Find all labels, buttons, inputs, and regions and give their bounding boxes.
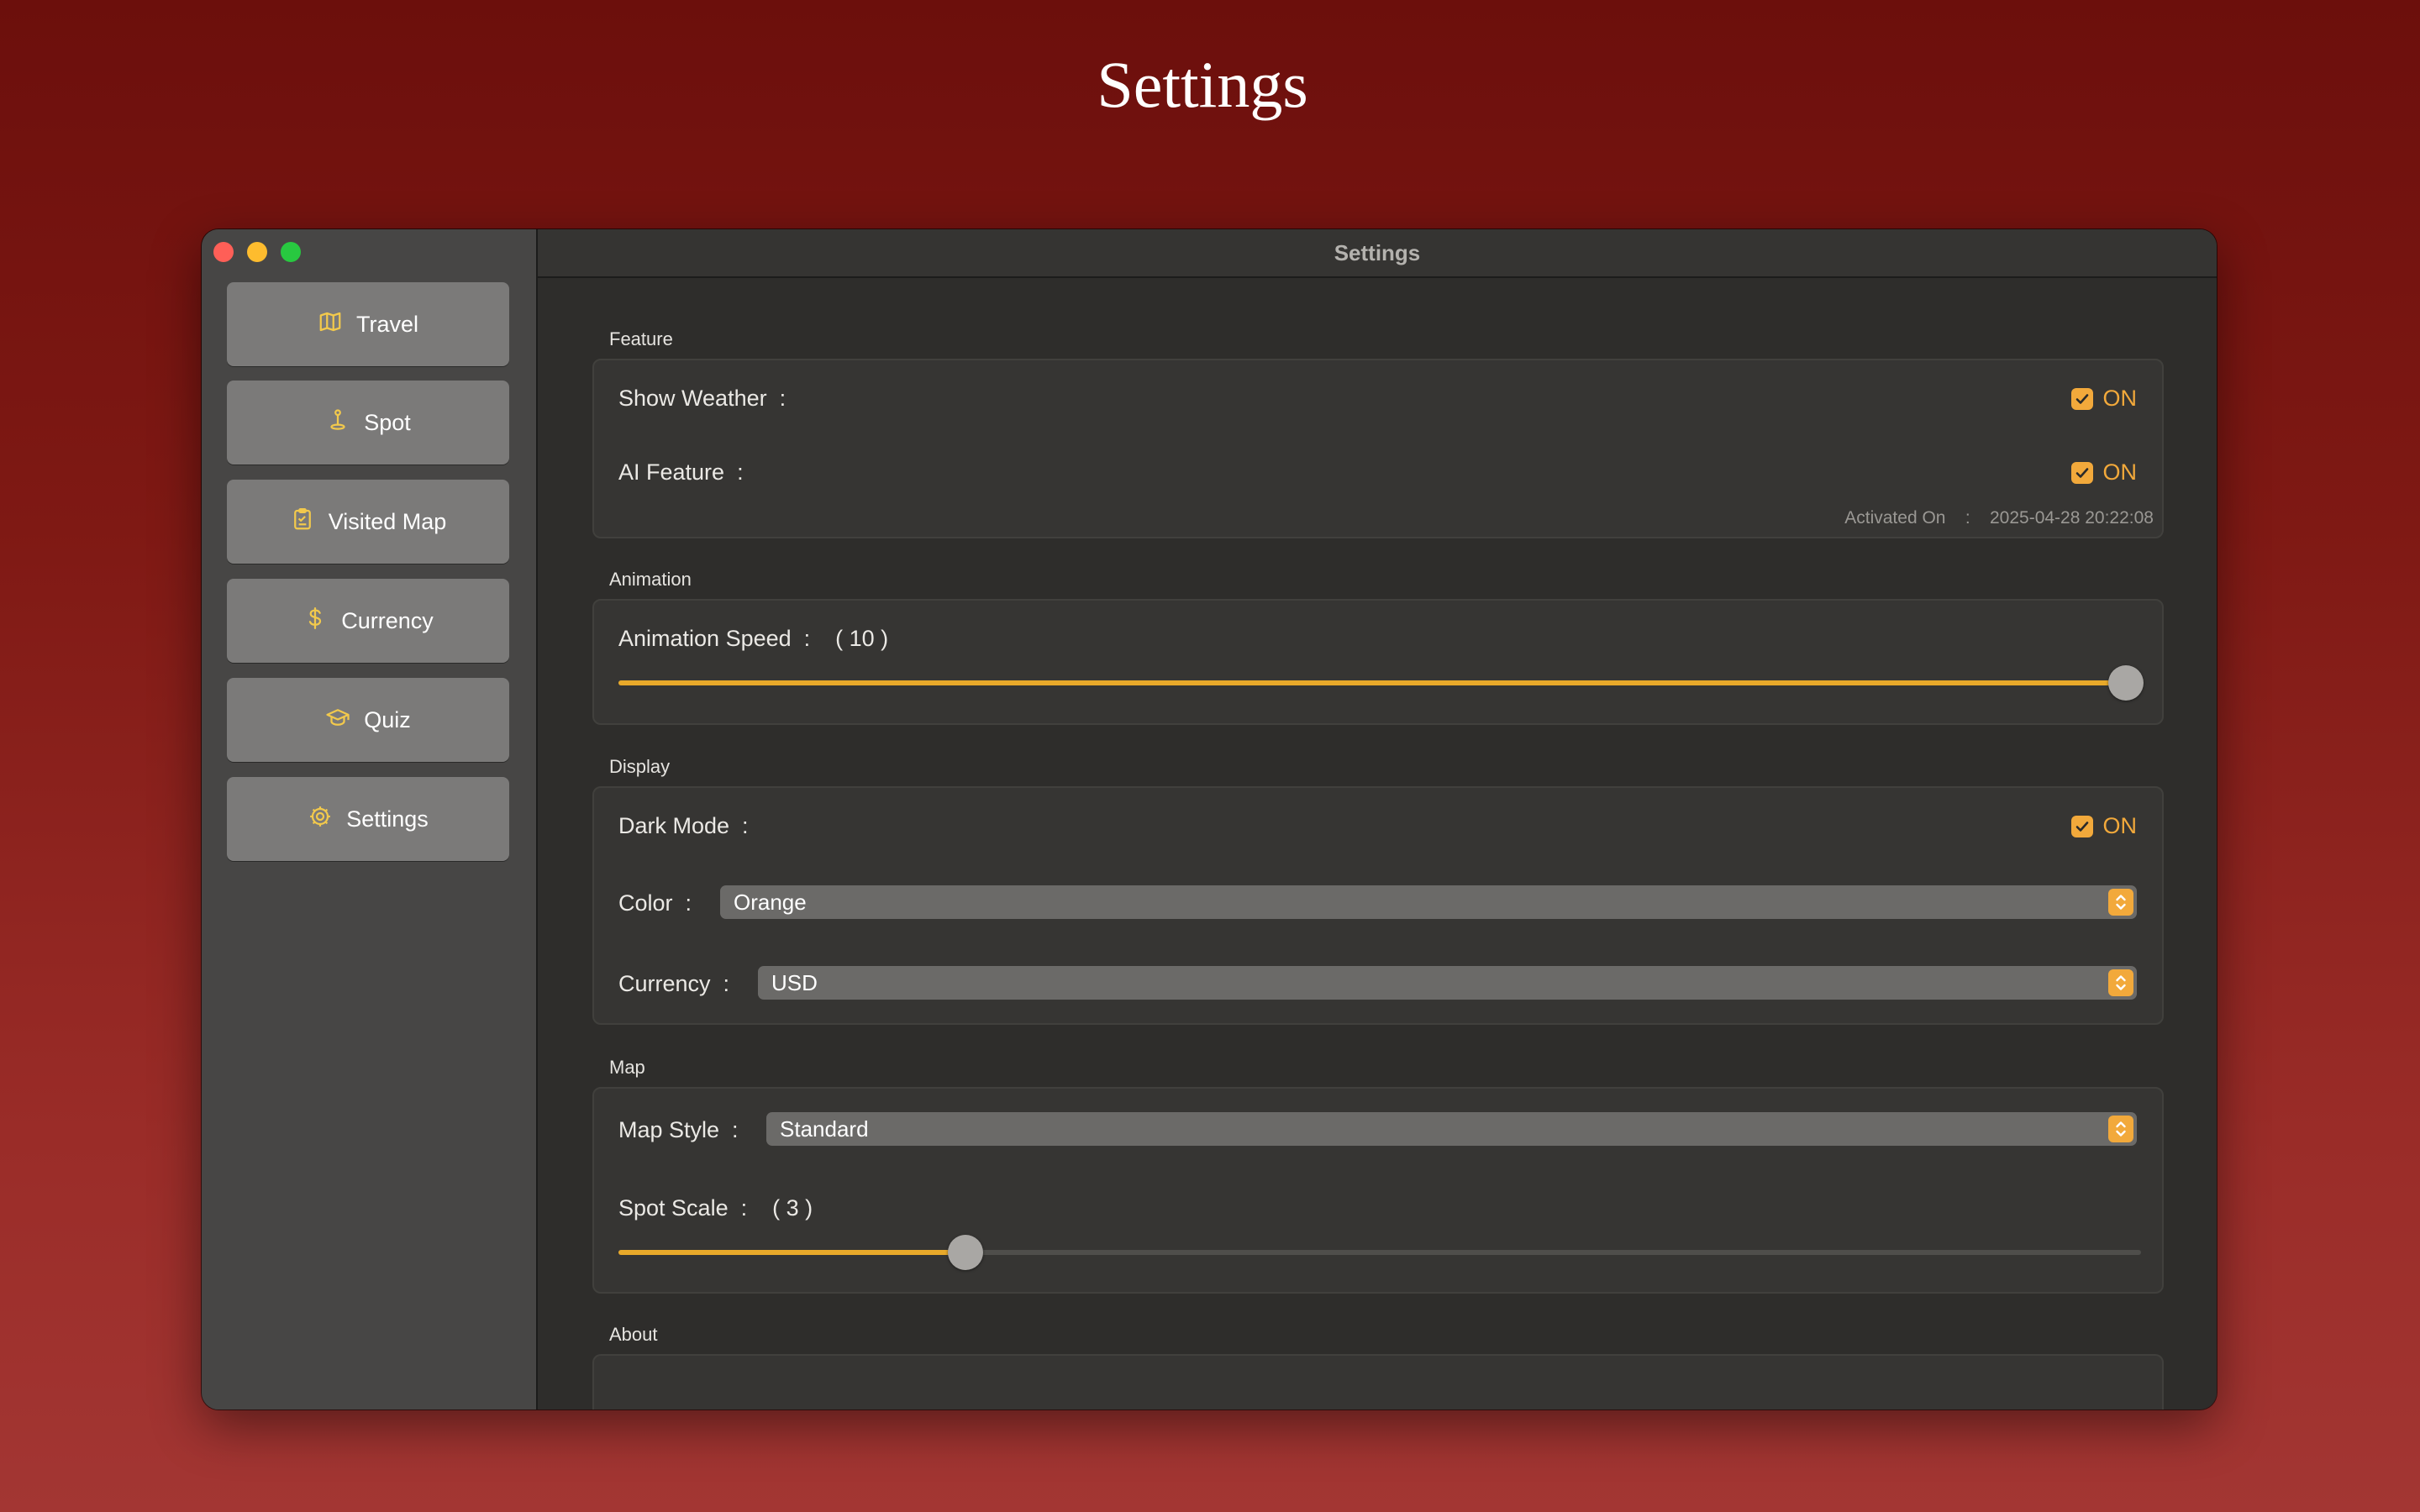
sidebar-item-currency[interactable]: Currency xyxy=(227,579,509,663)
show-weather-label: Show Weather : xyxy=(618,386,786,411)
chevron-up-down-icon xyxy=(2108,969,2133,996)
dark-mode-value: ON xyxy=(2102,813,2138,838)
display-group: Dark Mode : ON Color : Orange Currency :… xyxy=(592,786,2164,1025)
sidebar: Travel Spot Visited Map Currency Quiz Se… xyxy=(202,229,538,1410)
close-window-button[interactable] xyxy=(213,242,234,262)
sidebar-item-quiz[interactable]: Quiz xyxy=(227,678,509,762)
map-group: Map Style : Standard Spot Scale : ( 3 ) xyxy=(592,1087,2164,1294)
chevron-up-down-icon xyxy=(2108,1116,2133,1142)
animation-speed-label: Animation Speed : ( 10 ) xyxy=(618,626,889,651)
settings-content: Settings Feature Show Weather : ON AI Fe… xyxy=(538,229,2217,1410)
color-select[interactable]: Orange xyxy=(720,885,2137,919)
settings-window: Travel Spot Visited Map Currency Quiz Se… xyxy=(202,229,2217,1410)
dark-mode-toggle[interactable]: ON xyxy=(2070,813,2138,839)
dollar-icon xyxy=(302,606,328,637)
spot-scale-label: Spot Scale : ( 3 ) xyxy=(618,1195,813,1221)
spot-scale-slider-fill xyxy=(618,1250,966,1255)
map-style-label: Map Style : xyxy=(618,1117,739,1142)
currency-select[interactable]: USD xyxy=(758,966,2137,1000)
ai-feature-toggle[interactable]: ON xyxy=(2070,459,2138,486)
sidebar-item-label: Settings xyxy=(346,806,429,832)
minimize-window-button[interactable] xyxy=(247,242,267,262)
clipboard-icon xyxy=(290,507,315,538)
map-style-select-value: Standard xyxy=(780,1116,869,1142)
color-select-value: Orange xyxy=(734,890,807,915)
map-style-select[interactable]: Standard xyxy=(766,1112,2137,1146)
sidebar-item-label: Visited Map xyxy=(328,508,447,534)
sidebar-item-label: Quiz xyxy=(364,706,411,732)
sidebar-item-visited-map[interactable]: Visited Map xyxy=(227,480,509,564)
currency-select-value: USD xyxy=(771,970,818,995)
map-icon xyxy=(318,309,343,340)
animation-group: Animation Speed : ( 10 ) xyxy=(592,599,2164,725)
dark-mode-label: Dark Mode : xyxy=(618,813,749,838)
about-group xyxy=(592,1354,2164,1410)
location-pin-icon xyxy=(325,407,350,438)
animation-speed-slider-knob[interactable] xyxy=(2107,665,2144,701)
gear-icon xyxy=(308,804,333,835)
window-title: Settings xyxy=(538,229,2217,278)
section-label-map: Map xyxy=(609,1057,645,1078)
spot-scale-slider-knob[interactable] xyxy=(948,1235,984,1270)
section-label-feature: Feature xyxy=(609,328,673,349)
sidebar-item-label: Travel xyxy=(355,311,418,337)
chevron-up-down-icon xyxy=(2108,889,2133,916)
show-weather-value: ON xyxy=(2102,386,2138,411)
currency-label: Currency : xyxy=(618,971,730,996)
graduation-cap-icon xyxy=(325,705,350,736)
page-title: Settings xyxy=(1097,48,1308,121)
section-label-display: Display xyxy=(609,756,671,777)
show-weather-toggle[interactable]: ON xyxy=(2070,386,2138,412)
spot-scale-slider[interactable] xyxy=(618,1235,2141,1270)
sidebar-item-settings[interactable]: Settings xyxy=(227,777,509,861)
ai-feature-value: ON xyxy=(2102,459,2138,485)
color-label: Color : xyxy=(618,890,692,916)
sidebar-item-travel[interactable]: Travel xyxy=(227,282,509,366)
feature-group: Show Weather : ON AI Feature : ON Activa… xyxy=(592,359,2164,538)
checkbox-checked-icon xyxy=(2070,815,2093,837)
animation-speed-slider[interactable] xyxy=(618,665,2144,701)
section-label-about: About xyxy=(609,1324,658,1345)
sidebar-item-spot[interactable]: Spot xyxy=(227,381,509,465)
zoom-window-button[interactable] xyxy=(281,242,301,262)
activated-on-text: Activated On : 2025-04-28 20:22:08 xyxy=(1844,508,2154,528)
ai-feature-label: AI Feature : xyxy=(618,459,744,485)
sidebar-item-label: Spot xyxy=(364,409,411,435)
animation-speed-slider-fill xyxy=(618,680,2126,685)
section-label-animation: Animation xyxy=(609,569,692,590)
sidebar-item-label: Currency xyxy=(341,607,434,633)
checkbox-checked-icon xyxy=(2070,461,2093,484)
checkbox-checked-icon xyxy=(2070,387,2093,410)
